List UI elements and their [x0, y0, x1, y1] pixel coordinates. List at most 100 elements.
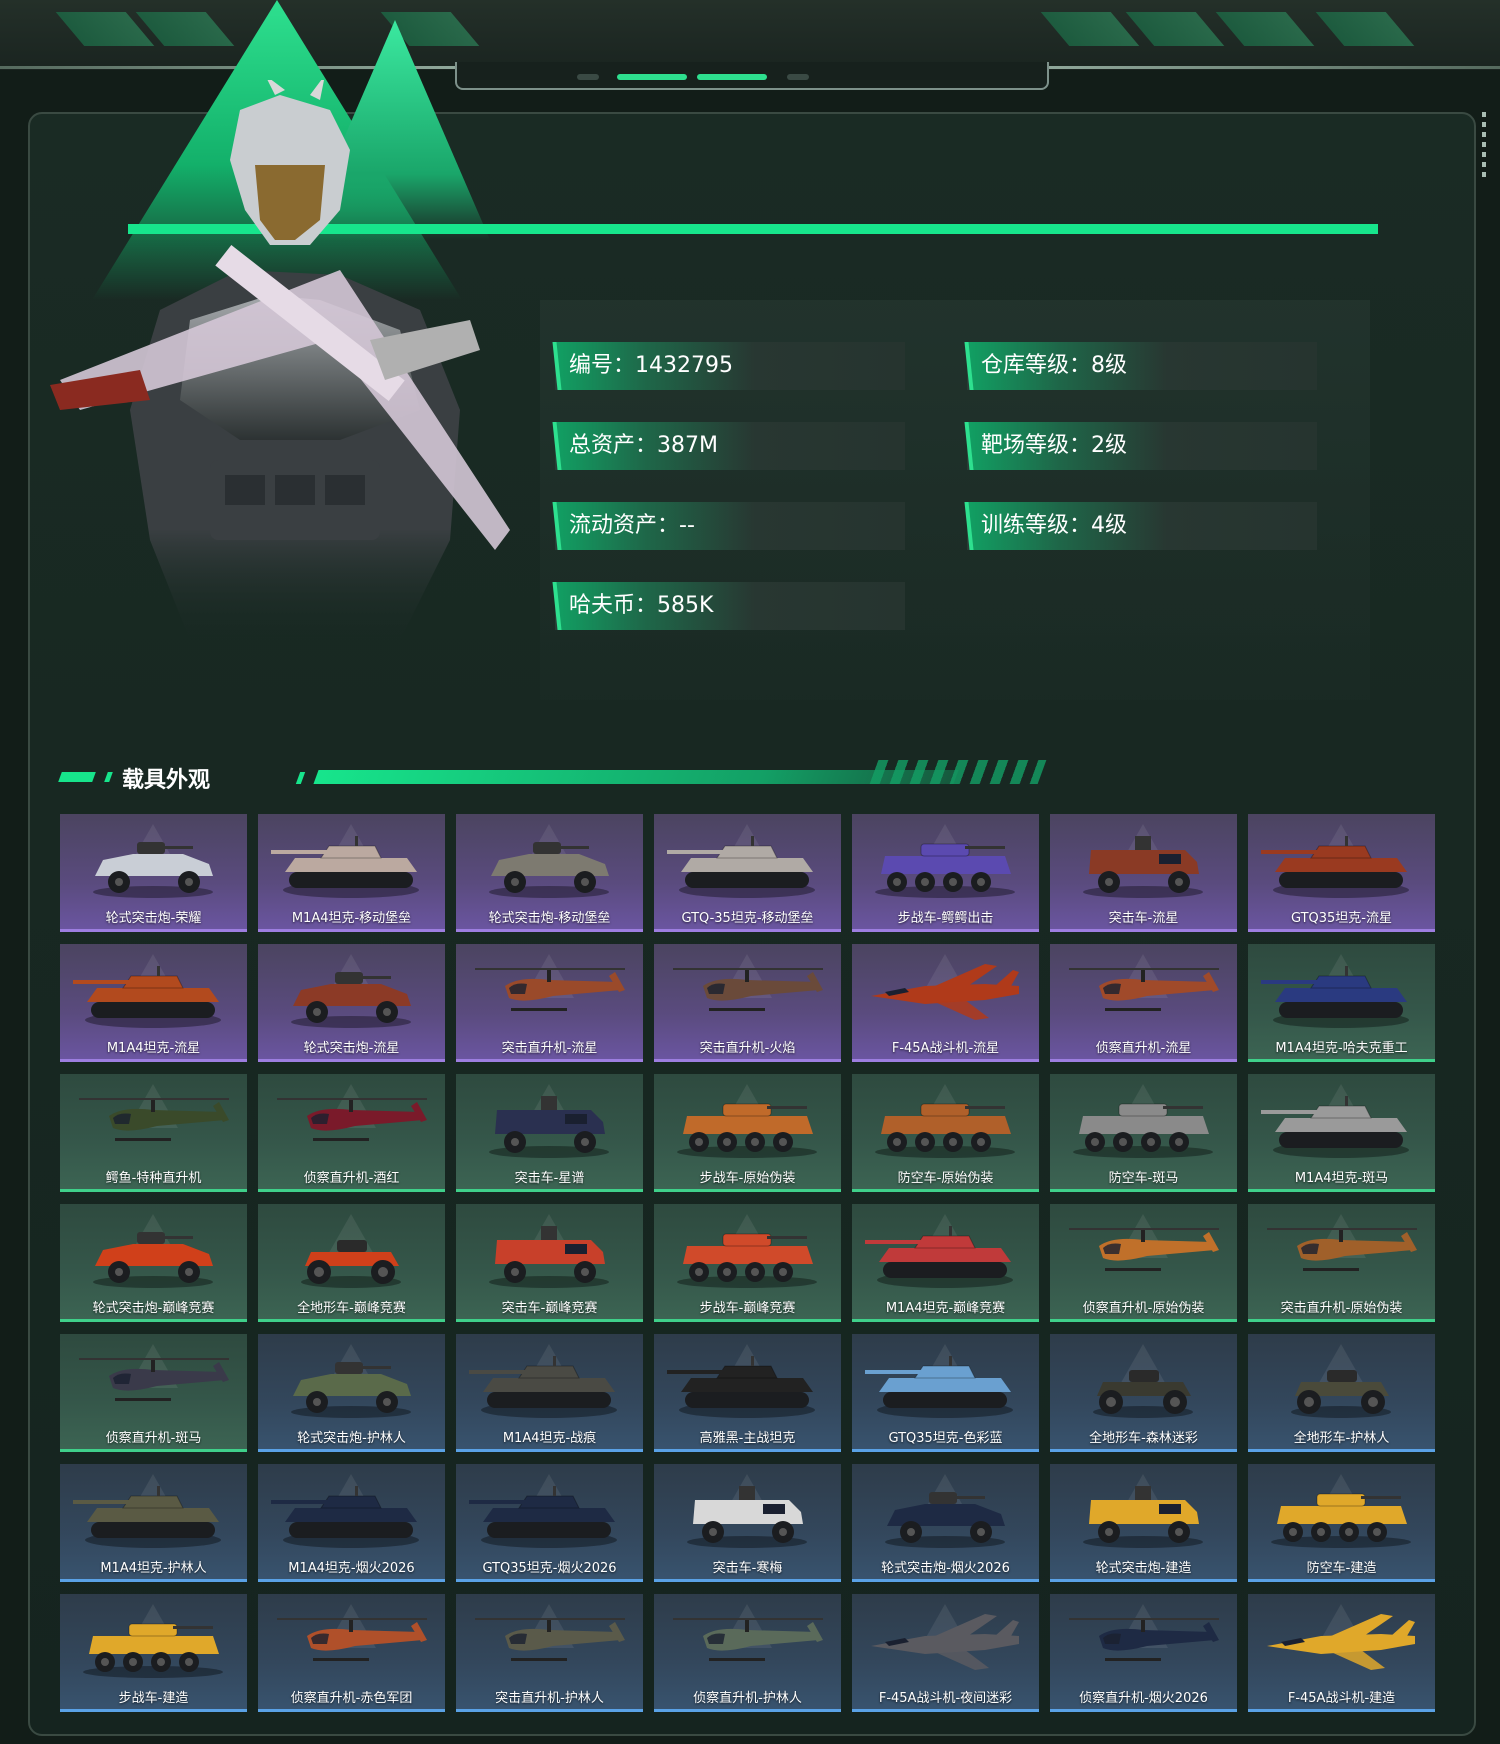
vehicle-name: 防空车-原始伪装 — [897, 1171, 994, 1186]
vehicle-card[interactable]: 步战车-原始伪装 — [654, 1074, 841, 1192]
vehicle-name: GTQ35坦克-色彩蓝 — [888, 1431, 1003, 1446]
vehicle-card[interactable]: GTQ35坦克-流星 — [1248, 814, 1435, 932]
vehicle-name: 全地形车-森林迷彩 — [1089, 1431, 1198, 1446]
stat-range-level: 靶场等级：2级 — [967, 422, 1317, 470]
jet-vehicle-icon — [1267, 1614, 1415, 1670]
car-vehicle-icon — [93, 842, 213, 898]
vehicle-name: 侦察直升机-流星 — [1095, 1041, 1192, 1056]
apc-vehicle-icon — [875, 843, 1015, 898]
vehicle-card[interactable]: 突击直升机-原始伪装 — [1248, 1204, 1435, 1322]
tank-vehicle-icon — [469, 1486, 617, 1548]
vehicle-name: GTQ-35坦克-移动堡垒 — [681, 911, 814, 926]
section-header-vehicle-skins: 载具外观 — [58, 758, 1060, 798]
vehicle-card[interactable]: 轮式突击炮-烟火2026 — [852, 1464, 1039, 1582]
frame-dots — [1482, 112, 1486, 182]
vehicle-name: M1A4坦克-流星 — [106, 1041, 201, 1056]
vehicle-card[interactable]: 鳄鱼-特种直升机 — [60, 1074, 247, 1192]
vehicle-card[interactable]: 步战车-巅峰竞赛 — [654, 1204, 841, 1322]
vehicle-card[interactable]: 防空车-建造 — [1248, 1464, 1435, 1582]
vehicle-name: 突击直升机-护林人 — [495, 1691, 604, 1706]
car-vehicle-icon — [885, 1492, 1005, 1548]
vehicle-name: F-45A战斗机-建造 — [1287, 1691, 1396, 1706]
vehicle-card[interactable]: 突击车-寒梅 — [654, 1464, 841, 1582]
vehicle-card[interactable]: GTQ35坦克-色彩蓝 — [852, 1334, 1039, 1452]
vehicle-card[interactable]: 防空车-原始伪装 — [852, 1074, 1039, 1192]
banner-chevron — [1125, 12, 1225, 46]
vehicle-name: 突击车-寒梅 — [712, 1561, 783, 1576]
tank-vehicle-icon — [667, 836, 815, 898]
heli-vehicle-icon — [475, 1618, 625, 1661]
heli-vehicle-icon — [1267, 1228, 1417, 1271]
vehicle-name: 步战车-原始伪装 — [699, 1171, 796, 1186]
stat-warehouse-level: 仓库等级：8级 — [967, 342, 1317, 390]
vehicle-card[interactable]: 全地形车-巅峰竞赛 — [258, 1204, 445, 1322]
vehicle-card[interactable]: 全地形车-护林人 — [1248, 1334, 1435, 1452]
section-title: 载具外观 — [122, 768, 211, 793]
tank-vehicle-icon — [1261, 1096, 1409, 1158]
vehicle-card[interactable]: 步战车-建造 — [60, 1594, 247, 1712]
vehicle-name: 轮式突击炮-护林人 — [297, 1431, 406, 1446]
vehicle-card[interactable]: M1A4坦克-流星 — [60, 944, 247, 1062]
vehicle-card[interactable]: F-45A战斗机-流星 — [852, 944, 1039, 1062]
stat-training-level: 训练等级：4级 — [967, 502, 1317, 550]
tank-vehicle-icon — [73, 1486, 221, 1548]
soldier-portrait — [50, 80, 510, 640]
vehicle-card[interactable]: 高雅黑-主战坦克 — [654, 1334, 841, 1452]
vehicle-card[interactable]: 突击车-流星 — [1050, 814, 1237, 932]
stat-total-assets: 总资产：387M — [555, 422, 905, 470]
vehicle-card[interactable]: 轮式突击炮-巅峰竞赛 — [60, 1204, 247, 1322]
vehicle-name: M1A4坦克-移动堡垒 — [291, 911, 412, 926]
vehicle-card[interactable]: 侦察直升机-烟火2026 — [1050, 1594, 1237, 1712]
vehicle-card[interactable]: M1A4坦克-护林人 — [60, 1464, 247, 1582]
vehicle-card[interactable]: 侦察直升机-酒红 — [258, 1074, 445, 1192]
vehicle-card[interactable]: 轮式突击炮-荣耀 — [60, 814, 247, 932]
vehicle-card[interactable]: 侦察直升机-原始伪装 — [1050, 1204, 1237, 1322]
vehicle-card[interactable]: 步战车-鳄鳄出击 — [852, 814, 1039, 932]
atv-vehicle-icon — [1291, 1370, 1391, 1418]
vehicle-card[interactable]: M1A4坦克-斑马 — [1248, 1074, 1435, 1192]
vehicle-grid: 轮式突击炮-荣耀 M1A4坦克-移动堡垒 轮式突击炮-移动堡垒 GTQ-35坦克-移动… — [60, 814, 1435, 1712]
vehicle-card[interactable]: 侦察直升机-流星 — [1050, 944, 1237, 1062]
vehicle-card[interactable]: 突击车-巅峰竞赛 — [456, 1204, 643, 1322]
stat-haf-coin: 哈夫币：585K — [555, 582, 905, 630]
vehicle-card[interactable]: 防空车-斑马 — [1050, 1074, 1237, 1192]
vehicle-card[interactable]: 全地形车-森林迷彩 — [1050, 1334, 1237, 1452]
atv-vehicle-icon — [301, 1240, 401, 1288]
vehicle-card[interactable]: 突击车-星谱 — [456, 1074, 643, 1192]
vehicle-name: 突击车-流星 — [1108, 911, 1179, 926]
vehicle-card[interactable]: GTQ35坦克-烟火2026 — [456, 1464, 643, 1582]
vehicle-card[interactable]: 轮式突击炮-移动堡垒 — [456, 814, 643, 932]
tank-vehicle-icon — [865, 1356, 1013, 1418]
vehicle-card[interactable]: 轮式突击炮-建造 — [1050, 1464, 1237, 1582]
vehicle-card[interactable]: M1A4坦克-哈夫克重工 — [1248, 944, 1435, 1062]
vehicle-card[interactable]: 突击直升机-护林人 — [456, 1594, 643, 1712]
vehicle-card[interactable]: 侦察直升机-护林人 — [654, 1594, 841, 1712]
vehicle-name: 高雅黑-主战坦克 — [699, 1431, 796, 1446]
truck-vehicle-icon — [489, 1226, 609, 1288]
apc-vehicle-icon — [1271, 1493, 1411, 1548]
vehicle-name: 轮式突击炮-移动堡垒 — [488, 911, 611, 926]
vehicle-card[interactable]: M1A4坦克-移动堡垒 — [258, 814, 445, 932]
tank-vehicle-icon — [271, 1486, 419, 1548]
vehicle-card[interactable]: M1A4坦克-烟火2026 — [258, 1464, 445, 1582]
heli-vehicle-icon — [1069, 968, 1219, 1011]
vehicle-card[interactable]: 侦察直升机-斑马 — [60, 1334, 247, 1452]
vehicle-name: 全地形车-护林人 — [1293, 1431, 1390, 1446]
vehicle-name: 轮式突击炮-建造 — [1095, 1561, 1192, 1576]
heli-vehicle-icon — [79, 1358, 229, 1401]
apc-vehicle-icon — [83, 1623, 223, 1678]
banner-chevron — [1040, 12, 1140, 46]
vehicle-card[interactable]: 突击直升机-流星 — [456, 944, 643, 1062]
vehicle-card[interactable]: 轮式突击炮-护林人 — [258, 1334, 445, 1452]
vehicle-card[interactable]: F-45A战斗机-建造 — [1248, 1594, 1435, 1712]
header-checker — [869, 760, 1047, 784]
vehicle-card[interactable]: 突击直升机-火焰 — [654, 944, 841, 1062]
vehicle-card[interactable]: 侦察直升机-赤色军团 — [258, 1594, 445, 1712]
vehicle-card[interactable]: GTQ-35坦克-移动堡垒 — [654, 814, 841, 932]
vehicle-card[interactable]: M1A4坦克-战痕 — [456, 1334, 643, 1452]
vehicle-card[interactable]: M1A4坦克-巅峰竞赛 — [852, 1204, 1039, 1322]
tank-vehicle-icon — [469, 1356, 617, 1418]
vehicle-name: 突击直升机-流星 — [501, 1041, 598, 1056]
vehicle-card[interactable]: F-45A战斗机-夜间迷彩 — [852, 1594, 1039, 1712]
vehicle-card[interactable]: 轮式突击炮-流星 — [258, 944, 445, 1062]
